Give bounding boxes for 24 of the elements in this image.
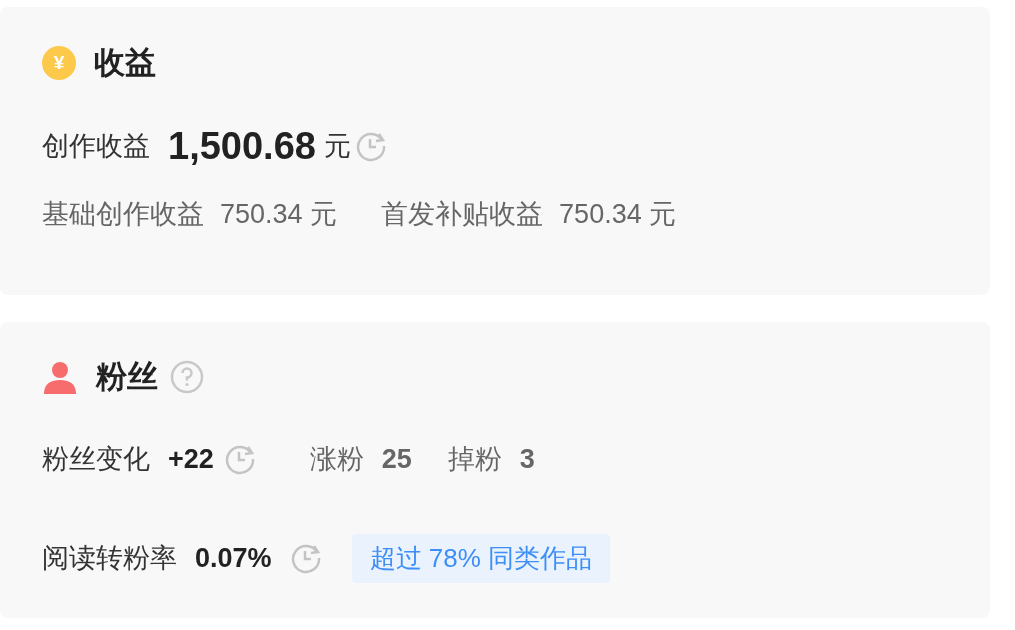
help-icon[interactable] (170, 360, 204, 394)
yen-icon: ¥ (42, 46, 76, 80)
section-title: 粉丝 (96, 358, 158, 396)
metric-value: +22 (168, 443, 214, 475)
metric-value: 0.07% (195, 542, 272, 574)
metric-label: 创作收益 (42, 130, 150, 163)
metric-label: 首发补贴收益 (381, 198, 544, 231)
metric-label: 掉粉 (447, 443, 502, 476)
history-icon[interactable] (223, 443, 256, 475)
metric-label: 涨粉 (309, 443, 364, 476)
metric-label: 基础创作收益 (42, 198, 204, 231)
metric-label: 阅读转粉率 (42, 542, 177, 575)
metric-value: 750.34 元 (559, 198, 677, 231)
ranking-badge: 超过 78% 同类作品 (351, 533, 611, 583)
unit-label: 元 (323, 130, 351, 163)
metric-value: 3 (519, 443, 535, 475)
metric-label: 粉丝变化 (42, 443, 150, 476)
history-icon[interactable] (289, 542, 322, 574)
section-title: 收益 (94, 44, 156, 82)
metric-value: 1,500.68 (168, 124, 316, 168)
metric-value: 25 (381, 443, 412, 475)
history-icon[interactable] (354, 130, 387, 162)
metric-value: 750.34 元 (220, 198, 338, 231)
person-icon (42, 360, 78, 394)
